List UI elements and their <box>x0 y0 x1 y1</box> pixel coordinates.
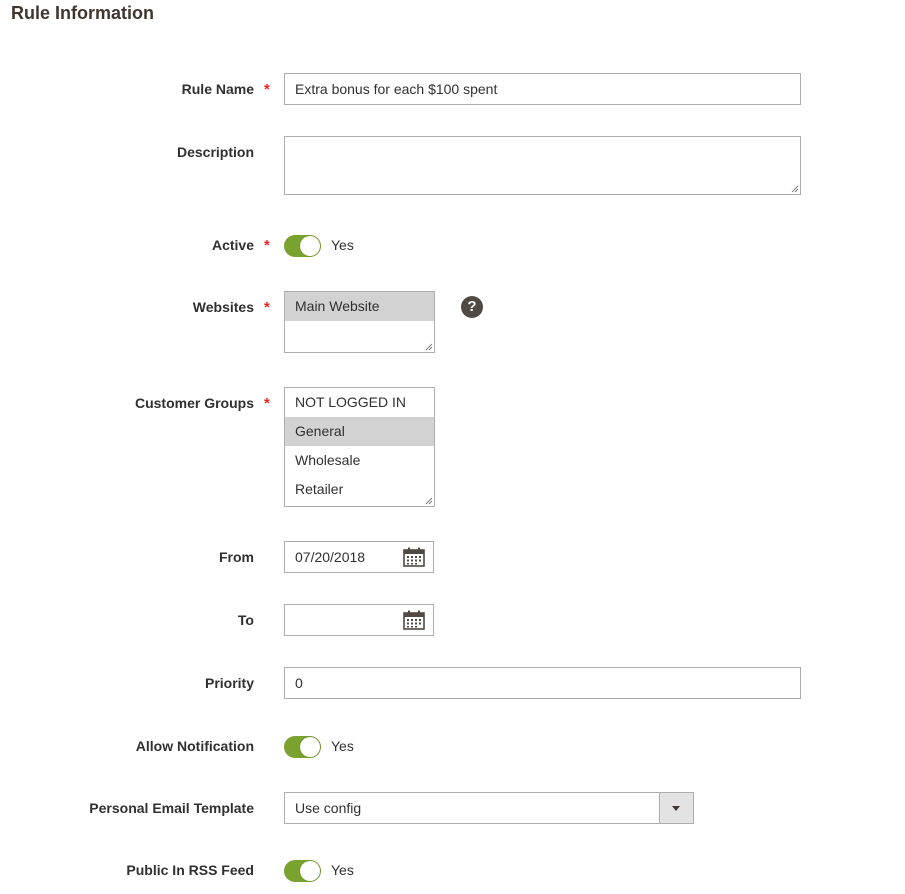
rule-name-required-marker: * <box>264 81 270 98</box>
allow-notification-toggle[interactable] <box>284 736 321 758</box>
active-required-marker: * <box>264 237 270 254</box>
active-label: Active <box>211 237 254 253</box>
description-textarea[interactable] <box>284 136 801 195</box>
customer-group-option-general[interactable]: General <box>285 417 434 446</box>
to-label: To <box>237 612 254 628</box>
customer-groups-label: Customer Groups <box>134 395 254 411</box>
toggle-knob <box>300 236 320 256</box>
chevron-down-icon <box>672 806 680 811</box>
rule-name-input[interactable] <box>284 73 801 105</box>
allow-notification-label: Allow Notification <box>135 738 254 754</box>
customer-groups-multiselect[interactable]: NOT LOGGED IN General Wholesale Retailer <box>284 387 435 507</box>
calendar-icon[interactable] <box>403 547 425 567</box>
priority-label: Priority <box>204 675 254 691</box>
calendar-icon[interactable] <box>403 610 425 630</box>
personal-email-template-value: Use config <box>295 800 362 816</box>
priority-input[interactable] <box>284 667 801 699</box>
from-date-input[interactable]: 07/20/2018 <box>284 541 434 573</box>
description-label: Description <box>176 144 254 160</box>
personal-email-template-label: Personal Email Template <box>89 800 254 816</box>
public-in-rss-feed-label: Public In RSS Feed <box>126 862 254 878</box>
websites-multiselect[interactable]: Main Website <box>284 291 435 353</box>
to-date-input[interactable] <box>284 604 434 636</box>
customer-groups-required-marker: * <box>264 395 270 412</box>
public-in-rss-feed-toggle-text: Yes <box>331 862 354 878</box>
rule-name-label: Rule Name <box>181 81 254 97</box>
resize-grip-icon[interactable] <box>425 497 433 505</box>
active-toggle[interactable] <box>284 235 321 257</box>
websites-required-marker: * <box>264 299 270 316</box>
toggle-knob <box>300 861 320 881</box>
resize-grip-icon[interactable] <box>425 343 433 351</box>
customer-group-option-wholesale[interactable]: Wholesale <box>285 446 434 475</box>
customer-group-option-not-logged-in[interactable]: NOT LOGGED IN <box>285 388 434 417</box>
from-label: From <box>219 549 254 565</box>
allow-notification-toggle-text: Yes <box>331 738 354 754</box>
from-date-value: 07/20/2018 <box>295 549 366 565</box>
resize-grip-icon[interactable] <box>791 185 799 193</box>
section-title: Rule Information <box>11 3 154 23</box>
websites-label: Websites <box>192 299 254 315</box>
customer-group-option-retailer[interactable]: Retailer <box>285 475 434 504</box>
active-toggle-text: Yes <box>331 237 354 253</box>
select-arrow-button[interactable] <box>659 793 693 823</box>
question-mark-icon[interactable]: ? <box>461 296 483 318</box>
websites-option-main-website[interactable]: Main Website <box>285 292 434 321</box>
toggle-knob <box>300 737 320 757</box>
personal-email-template-select[interactable]: Use config <box>284 792 694 824</box>
public-in-rss-feed-toggle[interactable] <box>284 860 321 882</box>
